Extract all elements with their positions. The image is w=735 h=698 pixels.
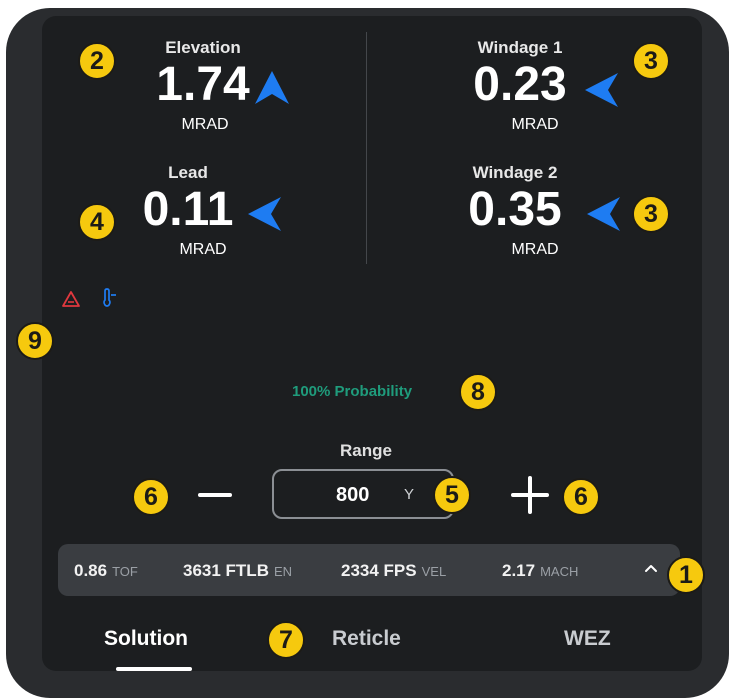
- elevation-unit: MRAD: [181, 116, 229, 133]
- range-input[interactable]: 800 Y: [272, 469, 454, 519]
- stat-tof: 0.86 TOF: [74, 561, 138, 580]
- windage2-label: Windage 2: [472, 163, 558, 182]
- hit-probability: 100% Probability: [292, 383, 413, 400]
- windage2-unit: MRAD: [511, 241, 559, 258]
- windage1-output: Windage 1 0.23: [450, 38, 590, 109]
- lead-output: Lead 0.11: [138, 163, 238, 234]
- windage2-value: 0.35: [468, 183, 562, 236]
- callout-badge-2: 2: [78, 42, 116, 80]
- stat-mach: 2.17 MACH: [502, 561, 579, 580]
- tab-active-indicator: [116, 667, 192, 671]
- callout-badge-4: 4: [78, 203, 116, 241]
- callout-badge-6: 6: [132, 478, 170, 516]
- windage1-value: 0.23: [473, 58, 567, 111]
- tab-solution[interactable]: Solution: [104, 627, 188, 651]
- stat-velocity: 2334 FPS VEL: [341, 561, 447, 580]
- column-divider: [366, 32, 367, 264]
- windage1-unit: MRAD: [511, 116, 559, 133]
- tab-reticle[interactable]: Reticle: [332, 627, 401, 651]
- elevation-label: Elevation: [165, 38, 241, 57]
- range-decrement-button[interactable]: [198, 493, 232, 497]
- plus-icon-vertical: [528, 476, 532, 514]
- callout-badge-3: 3: [632, 42, 670, 80]
- arrow-left-icon: [248, 197, 281, 231]
- thermometer-icon[interactable]: [98, 288, 120, 310]
- callout-badge-5: 5: [433, 476, 471, 514]
- ballistic-stats-bar[interactable]: 0.86 TOF 3631 FTLB EN 2334 FPS VEL 2.17 MACH: [58, 544, 680, 596]
- range-unit: Y: [404, 486, 415, 503]
- callout-badge-7: 7: [267, 621, 305, 659]
- arrow-up-icon: [255, 71, 289, 104]
- callout-badge-9: 9: [16, 322, 54, 360]
- callout-badge-6: 6: [562, 478, 600, 516]
- chevron-up-icon[interactable]: [641, 558, 661, 578]
- windage2-output: Windage 2 0.35: [440, 163, 590, 234]
- warning-triangle-icon[interactable]: [60, 289, 82, 309]
- lead-value: 0.11: [142, 183, 234, 236]
- arrow-left-icon: [587, 197, 620, 231]
- callout-badge-3: 3: [632, 195, 670, 233]
- arrow-left-icon: [585, 73, 618, 107]
- callout-badge-8: 8: [459, 373, 497, 411]
- callout-badge-1: 1: [667, 556, 705, 594]
- range-label: Range: [340, 441, 392, 460]
- stat-energy: 3631 FTLB EN: [183, 561, 293, 580]
- range-value: 800: [336, 484, 370, 506]
- lead-label: Lead: [168, 163, 208, 182]
- lead-unit: MRAD: [179, 241, 227, 258]
- windage1-label: Windage 1: [477, 38, 563, 57]
- tab-wez[interactable]: WEZ: [564, 627, 611, 651]
